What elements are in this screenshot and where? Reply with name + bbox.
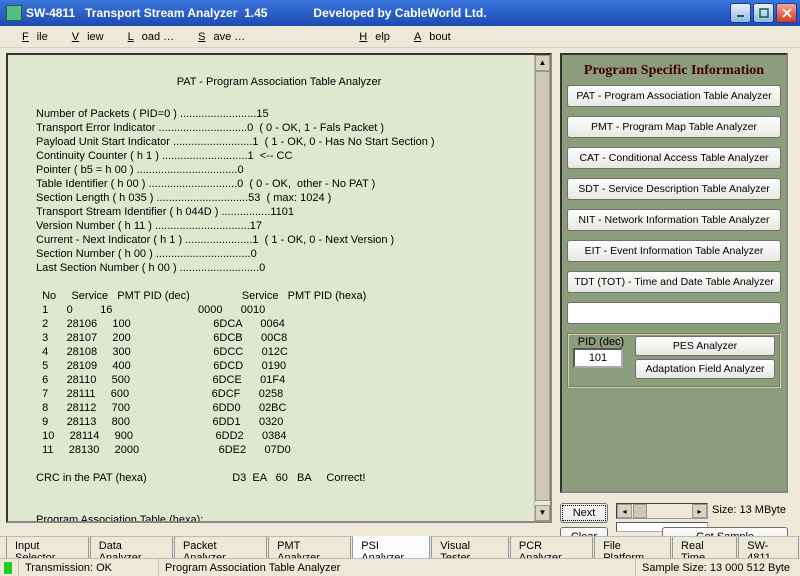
analyzer-output-panel: PAT - Program Association Table Analyzer… — [6, 53, 552, 523]
pid-group: PID (dec) PES Analyzer Adaptation Field … — [567, 333, 781, 388]
psi-button-4[interactable]: NIT - Network Information Table Analyzer — [567, 209, 781, 231]
pid-input[interactable] — [573, 348, 623, 368]
menu-load[interactable]: Load … — [112, 29, 183, 45]
titlebar: SW-4811 Transport Stream Analyzer 1.45 D… — [0, 0, 800, 26]
vertical-scrollbar[interactable]: ▲ ▼ — [534, 55, 550, 521]
scroll-thumb[interactable] — [535, 71, 550, 501]
sample-slider[interactable]: ◂ ▸ — [616, 503, 708, 519]
slider-thumb[interactable] — [633, 504, 647, 518]
close-button[interactable] — [776, 3, 797, 23]
adaptation-field-button[interactable]: Adaptation Field Analyzer — [635, 359, 775, 379]
status-light-icon — [4, 562, 12, 574]
panel-title: PAT - Program Association Table Analyzer — [18, 75, 540, 89]
app-code: SW-4811 — [26, 6, 75, 20]
psi-button-5[interactable]: EIT - Event Information Table Analyzer — [567, 240, 781, 262]
next-button[interactable]: Next — [560, 503, 608, 523]
slider-right-icon[interactable]: ▸ — [692, 504, 707, 518]
menu-view[interactable]: View — [56, 29, 112, 45]
service-table: No Service PMT PID (dec) Service PMT PID… — [36, 290, 366, 456]
psi-button-1[interactable]: PMT - Program Map Table Analyzer — [567, 116, 781, 138]
psi-panel: Program Specific Information PAT - Progr… — [560, 53, 788, 493]
developer-label: Developed by CableWorld Ltd. — [313, 6, 486, 20]
psi-button-6[interactable]: TDT (TOT) - Time and Date Table Analyzer — [567, 271, 781, 293]
maximize-button[interactable] — [753, 3, 774, 23]
statusbar: Transmission: OK Program Association Tab… — [0, 558, 800, 576]
crc-line: CRC in the PAT (hexa) D3 EA 60 BA Correc… — [36, 472, 366, 484]
psi-button-3[interactable]: SDT - Service Description Table Analyzer — [567, 178, 781, 200]
blank-slot[interactable] — [567, 302, 781, 324]
psi-button-2[interactable]: CAT - Conditional Access Table Analyzer — [567, 147, 781, 169]
bottom-tabs: Input SelectorData AnalyzerPacket Analyz… — [0, 536, 800, 558]
pat-hexa-block: Program Association Table (hexa): 47 4D … — [36, 514, 322, 523]
pid-label: PID (dec) — [573, 336, 629, 348]
app-icon — [6, 5, 22, 21]
status-sample-size: Sample Size: 13 000 512 Byte — [635, 559, 796, 576]
menu-save[interactable]: Save … — [182, 29, 253, 45]
pat-fields: Number of Packets ( PID=0 ) ............… — [36, 108, 435, 274]
status-transmission: Transmission: OK — [18, 559, 118, 576]
menu-help[interactable]: Help — [343, 29, 398, 45]
status-mode: Program Association Table Analyzer — [158, 559, 346, 576]
pes-analyzer-button[interactable]: PES Analyzer — [635, 336, 775, 356]
menubar: File View Load … Save … Help About — [0, 26, 800, 48]
size-label: Size: 13 MByte — [712, 504, 786, 516]
psi-header: Program Specific Information — [567, 63, 781, 79]
slider-left-icon[interactable]: ◂ — [617, 504, 632, 518]
menu-file[interactable]: File — [6, 29, 56, 45]
scroll-down-icon[interactable]: ▼ — [535, 505, 550, 521]
menu-about[interactable]: About — [398, 29, 459, 45]
scroll-up-icon[interactable]: ▲ — [535, 55, 550, 71]
app-name: Transport Stream Analyzer 1.45 — [85, 6, 267, 20]
psi-button-0[interactable]: PAT - Program Association Table Analyzer — [567, 85, 781, 107]
minimize-button[interactable] — [730, 3, 751, 23]
